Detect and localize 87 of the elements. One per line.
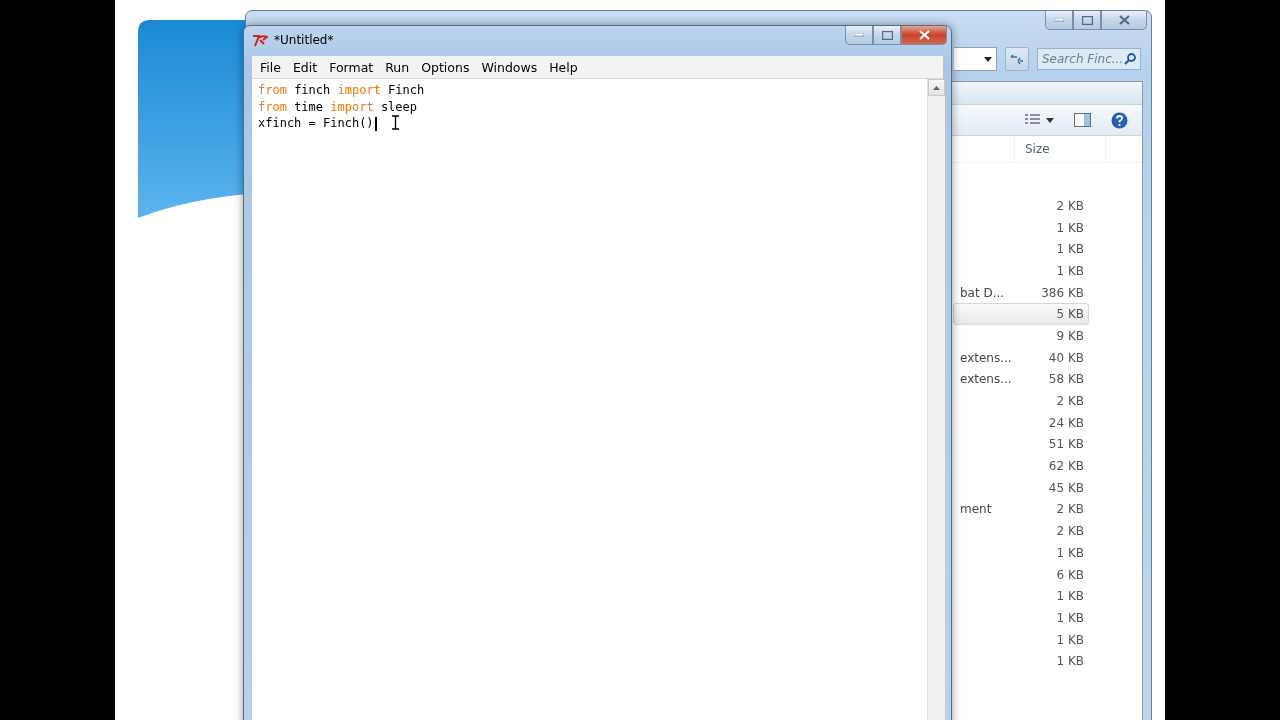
feather-icon (252, 33, 268, 47)
file-row[interactable]: 1 KB (953, 628, 1089, 651)
file-row[interactable]: 1 KB (953, 260, 1089, 282)
minimize-icon (1054, 18, 1064, 22)
menu-item[interactable]: Options (415, 57, 476, 77)
search-field[interactable]: Search Finc... (1037, 48, 1141, 70)
file-row[interactable]: extens... 40 KB (953, 346, 1089, 369)
up-arrow-icon (933, 85, 940, 90)
code-line: from time import sleep (258, 98, 417, 115)
menu-item[interactable]: File (254, 57, 287, 77)
search-icon (1124, 53, 1136, 65)
file-row[interactable]: 1 KB (953, 238, 1089, 261)
file-row[interactable]: 1 KB (953, 607, 1089, 629)
file-size: 62 KB (1048, 459, 1084, 474)
file-size: 51 KB (1048, 437, 1084, 452)
close-icon (918, 30, 930, 40)
file-size: 1 KB (1056, 654, 1084, 669)
maximize-button[interactable] (873, 26, 901, 45)
file-row[interactable]: 62 KB (953, 455, 1089, 477)
file-row[interactable]: 9 KB (953, 325, 1089, 347)
maximize-icon (881, 30, 893, 40)
menu-item[interactable]: Help (543, 57, 584, 77)
file-row[interactable]: 45 KB (953, 476, 1089, 499)
minimize-button[interactable] (845, 26, 873, 45)
file-size: 1 KB (1056, 632, 1084, 647)
file-row[interactable]: 6 KB (953, 563, 1089, 586)
view-button[interactable] (1025, 114, 1054, 126)
file-size: 1 KB (1056, 263, 1084, 278)
file-size: 24 KB (1048, 415, 1084, 430)
column-header[interactable]: Size (1014, 136, 1106, 162)
text-cursor-icon (392, 115, 399, 130)
file-size: 40 KB (1048, 350, 1084, 365)
file-row[interactable]: 2 KB (953, 195, 1089, 217)
file-size: 9 KB (1056, 328, 1084, 343)
menu-item[interactable]: Edit (286, 57, 324, 77)
file-size: 45 KB (1048, 480, 1084, 495)
file-name: ment (960, 502, 992, 517)
file-size: 5 KB (1056, 307, 1084, 322)
file-row[interactable]: extens... 58 KB (953, 368, 1089, 391)
close-icon (1118, 15, 1130, 25)
file-size: 1 KB (1056, 220, 1084, 235)
refresh-button[interactable] (1005, 47, 1029, 71)
file-row[interactable]: 2 KB (953, 520, 1089, 542)
file-size: 2 KB (1056, 502, 1084, 517)
file-size: 1 KB (1056, 242, 1084, 257)
minimize-icon (854, 33, 864, 37)
preview-pane-icon[interactable] (1074, 113, 1091, 127)
file-size: 6 KB (1056, 567, 1084, 582)
file-name: bat D... (960, 285, 1005, 300)
refresh-icon (1010, 53, 1024, 65)
close-button[interactable] (1101, 11, 1147, 30)
menu-item[interactable]: Format (323, 57, 380, 77)
minimize-button[interactable] (1045, 11, 1073, 30)
file-size: 1 KB (1056, 545, 1084, 560)
menu-item[interactable]: Run (379, 57, 416, 77)
file-row[interactable]: 51 KB (953, 433, 1089, 456)
close-button[interactable] (901, 26, 947, 45)
address-bar[interactable] (954, 47, 997, 71)
caret-icon (984, 56, 992, 62)
scroll-up-button[interactable] (928, 79, 945, 96)
file-size: 58 KB (1048, 372, 1084, 387)
file-size: 386 KB (1041, 285, 1084, 300)
file-size: 2 KB (1056, 198, 1084, 213)
code-line: from finch import Finch (258, 82, 425, 99)
file-row[interactable]: 1 KB (953, 585, 1089, 608)
menu-item[interactable]: Windows (475, 57, 544, 77)
file-row[interactable]: 5 KB (953, 303, 1089, 326)
file-row[interactable]: 1 KB (953, 650, 1089, 673)
list-view-icon (1025, 114, 1040, 126)
code-line: xfinch = Finch() (258, 115, 377, 132)
file-size: 2 KB (1056, 394, 1084, 409)
file-name: extens... (960, 350, 1012, 365)
file-row[interactable]: 2 KB (953, 390, 1089, 412)
file-name: extens... (960, 372, 1012, 387)
file-row[interactable]: ment 2 KB (953, 498, 1089, 521)
caret-icon (1046, 117, 1054, 123)
maximize-icon (1081, 15, 1093, 25)
maximize-button[interactable] (1073, 11, 1101, 30)
file-row[interactable]: bat D... 386 KB (953, 281, 1089, 304)
file-row[interactable]: 24 KB (953, 411, 1089, 434)
file-row[interactable]: 1 KB (953, 216, 1089, 239)
help-icon[interactable] (1111, 111, 1128, 129)
file-size: 2 KB (1056, 524, 1084, 539)
file-size: 1 KB (1056, 589, 1084, 604)
file-size: 1 KB (1056, 610, 1084, 625)
window-title: *Untitled* (274, 33, 335, 47)
file-row[interactable]: 1 KB (953, 542, 1089, 564)
